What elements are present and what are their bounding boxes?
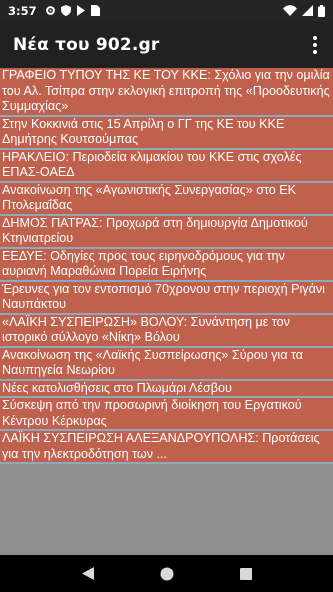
recents-square-icon xyxy=(239,567,252,580)
status-bar: 3:57 xyxy=(0,0,333,21)
play-store-icon xyxy=(76,5,85,16)
news-list[interactable]: ΓΡΑΦΕΙΟ ΤΥΠΟΥ ΤΗΣ ΚΕ ΤΟΥ ΚΚΕ: Σχόλιο για… xyxy=(0,68,333,555)
overflow-menu-icon[interactable] xyxy=(297,21,333,68)
news-item[interactable]: Ανακοίνωση της «Αγωνιστικής Συνεργασίας»… xyxy=(0,182,333,216)
app-bar: Νέα του 902.gr xyxy=(0,21,333,68)
news-item[interactable]: Σύσκεψη από την προσωρινή διοίκηση του Ε… xyxy=(0,398,333,431)
news-item[interactable]: Έρευνες για τον εντοπισμό 70χρονου στην … xyxy=(0,281,333,315)
recents-button[interactable] xyxy=(235,563,257,585)
news-item[interactable]: ΕΕΔΥΕ: Οδηγίες προς τους ειρηνοδρόμους γ… xyxy=(0,248,333,282)
news-item[interactable]: ΔΗΜΟΣ ΠΑΤΡΑΣ: Προχωρά στη δημιουργία Δημ… xyxy=(0,215,333,249)
back-button[interactable] xyxy=(77,563,99,585)
shield-icon xyxy=(60,5,71,16)
news-item[interactable]: ΗΡΑΚΛΕΙΟ: Περιοδεία κλιμακίου του ΚΚΕ στ… xyxy=(0,149,333,183)
battery-icon xyxy=(318,4,325,17)
signal-icon xyxy=(302,5,313,16)
news-item[interactable]: Στην Κοκκινιά στις 15 Απρίλη ο ΓΓ της ΚΕ… xyxy=(0,116,333,150)
home-circle-icon xyxy=(160,567,173,580)
news-item[interactable]: Νέες κατολισθήσεις στο Πλωμάρι Λέσβου xyxy=(0,380,333,398)
news-item[interactable]: ΓΡΑΦΕΙΟ ΤΥΠΟΥ ΤΗΣ ΚΕ ΤΟΥ ΚΚΕ: Σχόλιο για… xyxy=(0,68,333,117)
app-title: Νέα του 902.gr xyxy=(13,34,160,55)
home-button[interactable] xyxy=(156,563,178,585)
news-item[interactable]: «ΛΑΪΚΗ ΣΥΣΠΕΙΡΩΣΗ» ΒΟΛΟΥ: Συνάντηση με τ… xyxy=(0,314,333,348)
news-item[interactable]: Ανακοίνωση της «Λαϊκής Συσπείρωσης» Σύρο… xyxy=(0,347,333,381)
navigation-bar xyxy=(0,555,333,592)
wifi-icon xyxy=(283,5,297,16)
back-triangle-icon xyxy=(81,567,94,580)
status-time: 3:57 xyxy=(8,3,37,18)
sim-card-icon xyxy=(90,5,100,16)
settings-icon xyxy=(45,6,55,15)
news-item[interactable]: ΛΑΪΚΗ ΣΥΣΠΕΙΡΩΣΗ ΑΛΕΞΑΝΔΡΟΥΠΟΛΗΣ: Προτάσ… xyxy=(0,431,333,464)
